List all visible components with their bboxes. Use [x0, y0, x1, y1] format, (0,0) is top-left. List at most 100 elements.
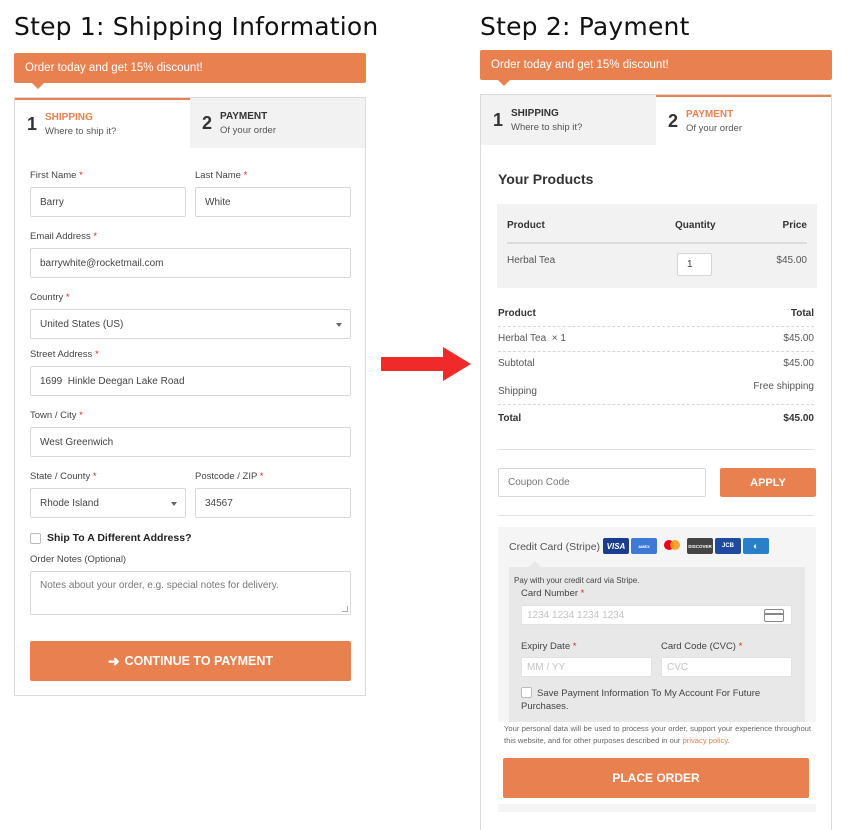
diners-icon: ◐: [743, 538, 769, 554]
required-marker: *: [94, 349, 99, 360]
city-label: Town / City: [30, 410, 77, 421]
tab-subtitle: Where to ship it?: [511, 121, 583, 133]
first-name-field: First Name * Barry: [30, 170, 186, 217]
apply-coupon-button[interactable]: APPLY: [720, 468, 816, 497]
continue-label: CONTINUE TO PAYMENT: [124, 654, 274, 668]
step-number: 1: [27, 113, 38, 134]
tab-label: SHIPPING: [45, 111, 93, 123]
cvc-label: Card Code (CVC): [661, 641, 736, 652]
shipping-label: Shipping: [498, 386, 537, 397]
street-field: Street Address * 1699 Hinkle Deegan Lake…: [30, 349, 351, 396]
mastercard-icon: [659, 538, 685, 554]
subtotal-row: Subtotal $45.00: [498, 358, 814, 369]
cvc-input[interactable]: CVC: [661, 657, 792, 677]
required-marker: *: [93, 231, 98, 242]
red-arrow-right-icon: [381, 347, 471, 381]
product-name: Herbal Tea: [507, 255, 556, 266]
chevron-down-icon: [336, 323, 342, 327]
payment-panel: 1 SHIPPING Where to ship it? 2 PAYMENT O…: [480, 94, 832, 830]
step-number: 2: [668, 110, 679, 131]
required-marker: *: [243, 170, 248, 181]
tab-payment[interactable]: 2 PAYMENT Of your order: [656, 95, 831, 145]
street-label: Street Address: [30, 349, 93, 360]
tab-subtitle: Where to ship it?: [45, 125, 117, 137]
street-input[interactable]: 1699 Hinkle Deegan Lake Road: [30, 366, 351, 396]
order-notes-textarea[interactable]: Notes about your order, e.g. special not…: [30, 571, 351, 615]
tab-label: PAYMENT: [220, 110, 268, 122]
shipping-value: Free shipping: [753, 381, 814, 392]
summary-header: Product Total: [498, 308, 814, 319]
required-marker: *: [92, 471, 97, 482]
card-number-input[interactable]: 1234 1234 1234 1234: [521, 605, 792, 625]
tab-shipping[interactable]: 1 SHIPPING Where to ship it?: [481, 95, 656, 145]
required-marker: *: [79, 170, 83, 181]
place-order-button[interactable]: PLACE ORDER: [503, 758, 809, 798]
first-name-input[interactable]: Barry: [30, 187, 186, 217]
payment-method-box: Credit Card (Stripe) VISA AMEX DISCOVER …: [498, 527, 816, 722]
col-product: Product: [507, 220, 545, 231]
required-marker: *: [580, 588, 585, 599]
tab-label: PAYMENT: [686, 108, 734, 120]
order-notes-field: Order Notes (Optional) Notes about your …: [30, 554, 351, 615]
coupon-input[interactable]: Coupon Code: [498, 468, 706, 497]
checkout-steps: 1 SHIPPING Where to ship it? 2 PAYMENT O…: [481, 95, 831, 145]
jcb-icon: JCB: [715, 538, 741, 554]
col-price: Price: [782, 220, 807, 231]
total-row: Total $45.00: [498, 413, 814, 424]
discover-icon: DISCOVER: [687, 538, 713, 554]
required-marker: *: [79, 410, 83, 421]
city-field: Town / City * West Greenwich: [30, 410, 351, 457]
order-notes-placeholder: Notes about your order, e.g. special not…: [40, 580, 279, 591]
tab-label: SHIPPING: [511, 107, 559, 119]
visa-icon: VISA: [603, 538, 629, 554]
summary-item-total: $45.00: [783, 333, 814, 344]
required-marker: *: [738, 641, 743, 652]
arrow-right-icon: ➜: [107, 652, 120, 669]
state-label: State / County: [30, 471, 91, 482]
subtotal-value: $45.00: [783, 358, 814, 369]
payment-method-label[interactable]: Credit Card (Stripe): [509, 541, 600, 553]
summary-item-row: Herbal Tea × 1 $45.00: [498, 333, 814, 344]
last-name-field: Last Name * White: [195, 170, 351, 217]
continue-to-payment-button[interactable]: ➜ CONTINUE TO PAYMENT: [30, 641, 351, 681]
card-brand-icons: VISA AMEX DISCOVER JCB ◐: [603, 538, 769, 554]
amex-icon: AMEX: [631, 538, 657, 554]
stripe-card-form: Pay with your credit card via Stripe. Ca…: [509, 561, 805, 722]
chevron-down-icon: [171, 502, 177, 506]
tab-payment[interactable]: 2 PAYMENT Of your order: [190, 98, 365, 148]
last-name-input[interactable]: White: [195, 187, 351, 217]
coupon-placeholder: Coupon Code: [508, 477, 570, 488]
subtotal-label: Subtotal: [498, 358, 535, 369]
divider: [498, 515, 814, 516]
quantity-input[interactable]: 1: [677, 253, 712, 276]
city-input[interactable]: West Greenwich: [30, 427, 351, 457]
expiry-input[interactable]: MM / YY: [521, 657, 652, 677]
ship-different-checkbox[interactable]: [30, 532, 41, 544]
checkout-steps: 1 SHIPPING Where to ship it? 2 PAYMENT O…: [15, 98, 365, 148]
step2-title: Step 2: Payment: [480, 12, 690, 41]
email-input[interactable]: barrywhite@rocketmail.com: [30, 248, 351, 278]
step-number: 1: [493, 109, 504, 130]
ship-different-row: Ship To A Different Address?: [30, 532, 191, 544]
country-select[interactable]: United States (US): [30, 309, 351, 339]
state-select[interactable]: Rhode Island: [30, 488, 186, 518]
divider: [498, 404, 814, 405]
col-quantity: Quantity: [675, 220, 716, 231]
zip-field: Postcode / ZIP * 34567: [195, 471, 351, 518]
last-name-label: Last Name: [195, 170, 241, 181]
divider: [498, 449, 814, 450]
divider: [498, 326, 814, 327]
bottom-strip: [498, 804, 816, 812]
products-table: Product Quantity Price Herbal Tea 1 $45.…: [497, 204, 817, 288]
expiry-placeholder: MM / YY: [527, 661, 566, 673]
step-number: 2: [202, 112, 213, 133]
email-label: Email Address: [30, 231, 91, 242]
zip-input[interactable]: 34567: [195, 488, 351, 518]
card-number-placeholder: 1234 1234 1234 1234: [527, 609, 625, 621]
resize-handle-icon[interactable]: [342, 606, 348, 612]
privacy-policy-link[interactable]: privacy policy: [683, 736, 728, 745]
divider: [498, 351, 814, 352]
country-value: United States (US): [40, 318, 124, 330]
required-marker: *: [65, 292, 70, 303]
tab-shipping[interactable]: 1 SHIPPING Where to ship it?: [15, 98, 190, 148]
